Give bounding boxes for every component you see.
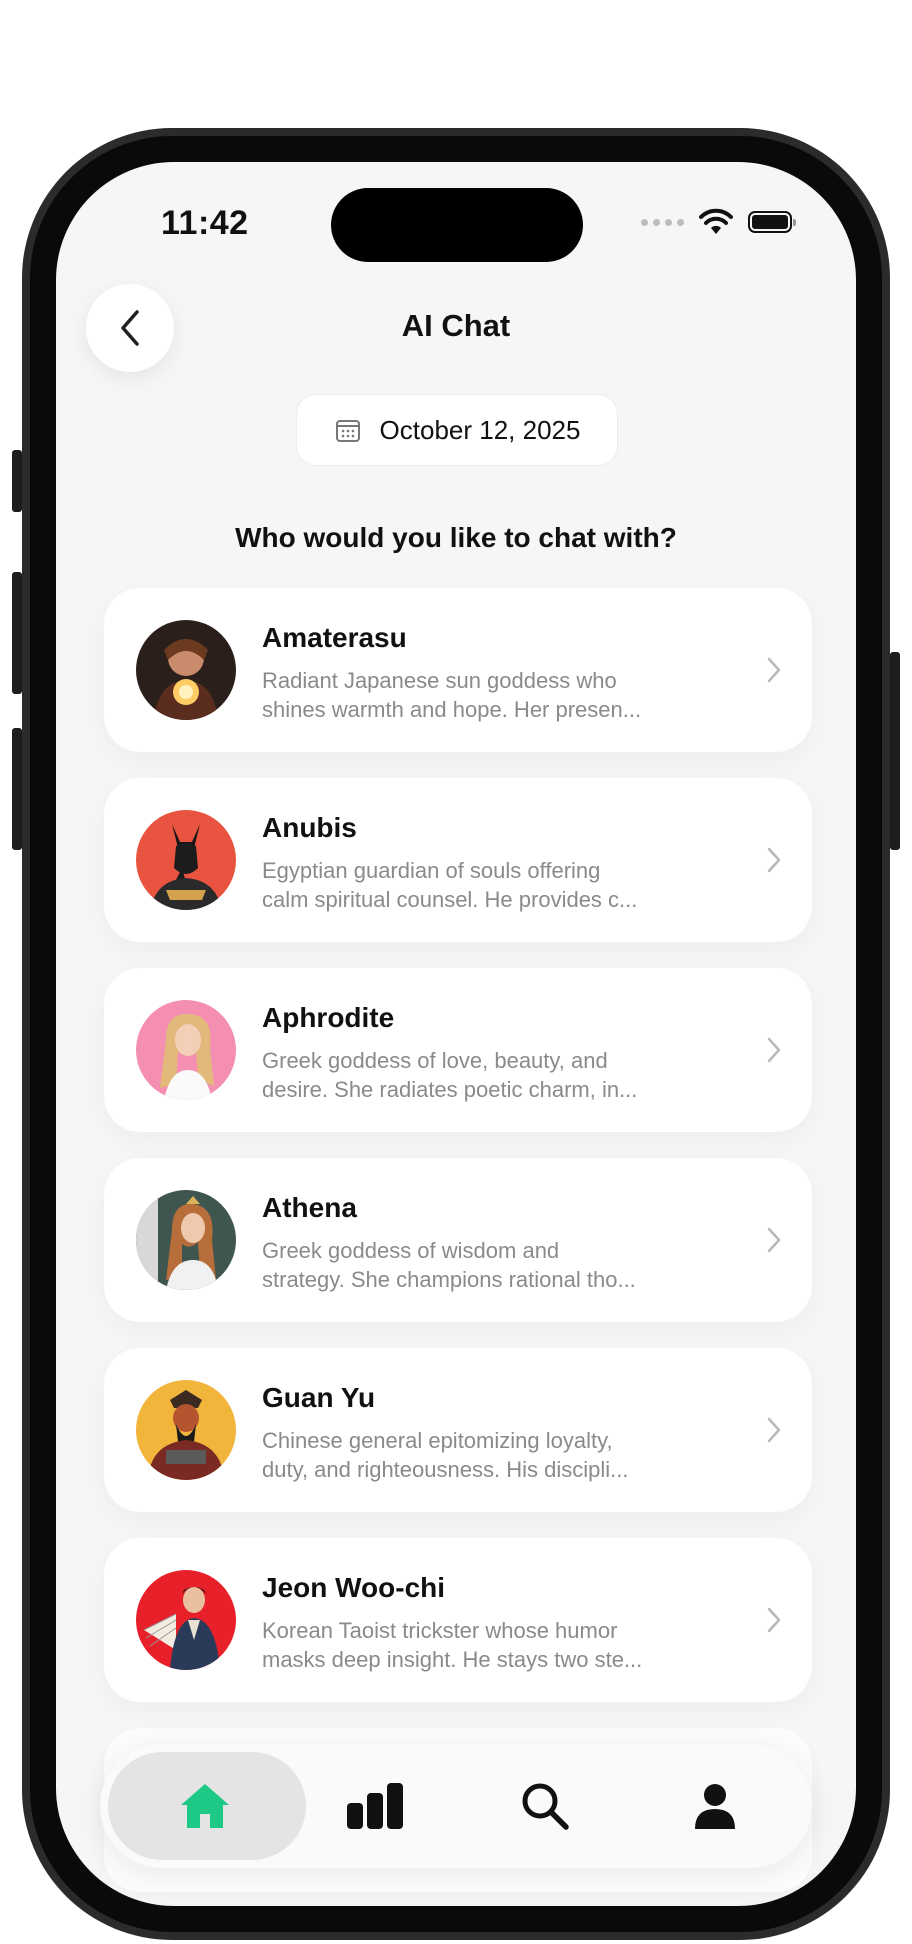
date-selector[interactable]: October 12, 2025 — [296, 394, 618, 466]
dynamic-island — [331, 188, 583, 262]
character-name: Guan Yu — [262, 1382, 376, 1413]
description-line-1: Greek goddess of wisdom and — [262, 1238, 560, 1263]
power-button — [890, 652, 900, 850]
character-description: Egyptian guardian of souls offering calm… — [262, 856, 692, 914]
chat-prompt-heading: Who would you like to chat with? — [235, 522, 677, 553]
volume-down-button — [12, 728, 22, 850]
app-screen: 11:42 AI Chat October 12, 2025 Who would… — [56, 162, 856, 1906]
chevron-right-icon — [767, 1037, 781, 1063]
profile-icon — [695, 1784, 735, 1829]
character-description: Chinese general epitomizing loyalty, dut… — [262, 1426, 692, 1484]
avatar — [136, 810, 236, 910]
chevron-right-icon — [767, 1417, 781, 1443]
avatar — [136, 1190, 236, 1290]
tab-search[interactable] — [485, 1762, 605, 1850]
date-label: October 12, 2025 — [379, 414, 581, 445]
volume-up-button — [12, 572, 22, 694]
mute-switch — [12, 450, 22, 512]
character-description: Korean Taoist trickster whose humor mask… — [262, 1616, 692, 1674]
avatar — [136, 1570, 236, 1670]
avatar — [136, 620, 236, 720]
page-title: AI Chat — [401, 308, 511, 343]
character-card-anubis[interactable]: Anubis Egyptian guardian of souls offeri… — [104, 778, 812, 942]
chevron-right-icon — [767, 657, 781, 683]
status-indicators — [641, 208, 796, 236]
character-description: Radiant Japanese sun goddess who shines … — [262, 666, 692, 724]
description-line-2: duty, and righteousness. His discipli... — [262, 1457, 629, 1482]
character-name: Aphrodite — [262, 1002, 395, 1033]
description-line-1: Korean Taoist trickster whose humor — [262, 1618, 618, 1643]
description-line-1: Chinese general epitomizing loyalty, — [262, 1428, 613, 1453]
character-description: Greek goddess of love, beauty, and desir… — [262, 1046, 692, 1104]
character-card-amaterasu[interactable]: Amaterasu Radiant Japanese sun goddess w… — [104, 588, 812, 752]
character-card-guan-yu[interactable]: Guan Yu Chinese general epitomizing loya… — [104, 1348, 812, 1512]
description-line-2: desire. She radiates poetic charm, in... — [262, 1077, 638, 1102]
status-time: 11:42 — [161, 204, 249, 242]
character-name: Anubis — [262, 812, 357, 843]
home-icon — [181, 1784, 229, 1828]
chevron-right-icon — [767, 1607, 781, 1633]
character-name: Athena — [262, 1192, 357, 1223]
bottom-tab-bar — [100, 1744, 812, 1868]
avatar — [136, 1380, 236, 1480]
description-line-2: calm spiritual counsel. He provides c... — [262, 887, 638, 912]
bar-chart-icon — [347, 1783, 403, 1829]
signal-dots-icon — [641, 218, 684, 226]
wifi-icon — [699, 208, 733, 234]
battery-icon — [748, 211, 796, 233]
chevron-right-icon — [767, 847, 781, 873]
description-line-1: Egyptian guardian of souls offering — [262, 858, 601, 883]
character-name: Jeon Woo-chi — [262, 1572, 446, 1603]
tab-profile[interactable] — [655, 1762, 775, 1850]
character-card-athena[interactable]: Athena Greek goddess of wisdom and strat… — [104, 1158, 812, 1322]
description-line-2: masks deep insight. He stays two ste... — [262, 1647, 643, 1672]
character-card-aphrodite[interactable]: Aphrodite Greek goddess of love, beauty,… — [104, 968, 812, 1132]
tab-home[interactable] — [145, 1762, 265, 1850]
tab-stats[interactable] — [315, 1762, 435, 1850]
character-name: Amaterasu — [262, 622, 407, 653]
description-line-1: Greek goddess of love, beauty, and — [262, 1048, 608, 1073]
description-line-1: Radiant Japanese sun goddess who — [262, 668, 617, 693]
chevron-right-icon — [767, 1227, 781, 1253]
character-description: Greek goddess of wisdom and strategy. Sh… — [262, 1236, 692, 1294]
calendar-icon — [335, 420, 360, 442]
character-card-jeon-woo-chi[interactable]: Jeon Woo-chi Korean Taoist trickster who… — [104, 1538, 812, 1702]
search-icon — [522, 1783, 569, 1830]
avatar — [136, 1000, 236, 1100]
description-line-2: strategy. She champions rational tho... — [262, 1267, 636, 1292]
description-line-2: shines warmth and hope. Her presen... — [262, 697, 642, 722]
